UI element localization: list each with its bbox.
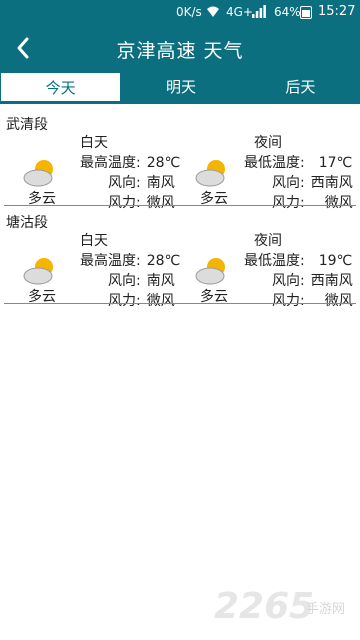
tab-today[interactable]: 今天 — [0, 72, 122, 102]
battery-percent: 64% — [274, 5, 301, 19]
wifi-icon — [207, 6, 219, 17]
section-name: 塘沽段 — [6, 215, 48, 231]
road-section: 武清段 白天 多云 最高温度: 28℃ 风向: 南风 风力: 微风 夜间 多云 最低温… — [0, 108, 360, 211]
night-forecast: 夜间 多云 最低温度: 19℃ 风向: 西南风 风力: 微风 — [172, 230, 360, 309]
watermark-site: 手游网 — [306, 602, 346, 617]
period-label: 白天 — [80, 135, 108, 151]
clock: 15:27 — [318, 4, 356, 19]
temp-label: 最高温度: — [80, 155, 141, 171]
temp-label: 最低温度: — [244, 253, 305, 269]
battery-icon — [300, 6, 312, 19]
period-label: 夜间 — [254, 135, 282, 151]
wind-dir-label: 风向: — [272, 273, 305, 289]
temp-label: 最低温度: — [244, 155, 305, 171]
wind-dir-label: 风向: — [272, 175, 305, 191]
wind-power-label: 风力: — [108, 293, 141, 309]
cloudy-icon — [23, 258, 53, 285]
status-bar: 0K/s 4G+ 64% 15:27 — [0, 0, 360, 24]
site-watermark: 2265 手游网 — [214, 586, 360, 630]
wind-dir-value: 西南风 — [310, 273, 353, 289]
section-divider — [4, 303, 356, 304]
night-forecast: 夜间 多云 最低温度: 17℃ 风向: 西南风 风力: 微风 — [172, 132, 360, 211]
cloudy-icon — [195, 160, 225, 187]
road-section: 塘沽段 白天 多云 最高温度: 28℃ 风向: 南风 风力: 微风 夜间 多云 最低温… — [0, 206, 360, 309]
signal-type: 4G+ — [226, 5, 253, 19]
app-bar: 京津高速 天气 — [0, 24, 360, 72]
wind-dir-value: 西南风 — [310, 175, 353, 191]
wind-power-value: 微风 — [146, 293, 175, 309]
signal-bars-icon — [252, 5, 266, 18]
day-forecast: 白天 多云 最高温度: 28℃ 风向: 南风 风力: 微风 — [0, 132, 190, 211]
tab-day-after[interactable]: 后天 — [240, 72, 360, 102]
wind-dir-label: 风向: — [108, 175, 141, 191]
period-label: 夜间 — [254, 233, 282, 249]
temp-value: 19℃ — [318, 253, 353, 269]
temp-value: 17℃ — [318, 155, 353, 171]
watermark-number: 2265 — [214, 586, 315, 627]
cloudy-icon — [23, 160, 53, 187]
network-speed: 0K/s — [176, 5, 202, 19]
wind-dir-label: 风向: — [108, 273, 141, 289]
wind-power-label: 风力: — [272, 293, 305, 309]
tab-tomorrow[interactable]: 明天 — [121, 72, 241, 102]
day-tabs: 今天 明天 后天 — [0, 72, 360, 104]
page-title: 京津高速 天气 — [116, 40, 244, 62]
section-name: 武清段 — [6, 117, 48, 133]
wind-dir-value: 南风 — [146, 273, 175, 289]
period-label: 白天 — [80, 233, 108, 249]
wind-dir-value: 南风 — [146, 175, 175, 191]
wind-power-value: 微风 — [324, 293, 353, 309]
temp-label: 最高温度: — [80, 253, 141, 269]
day-forecast: 白天 多云 最高温度: 28℃ 风向: 南风 风力: 微风 — [0, 230, 190, 309]
cloudy-icon — [195, 258, 225, 285]
